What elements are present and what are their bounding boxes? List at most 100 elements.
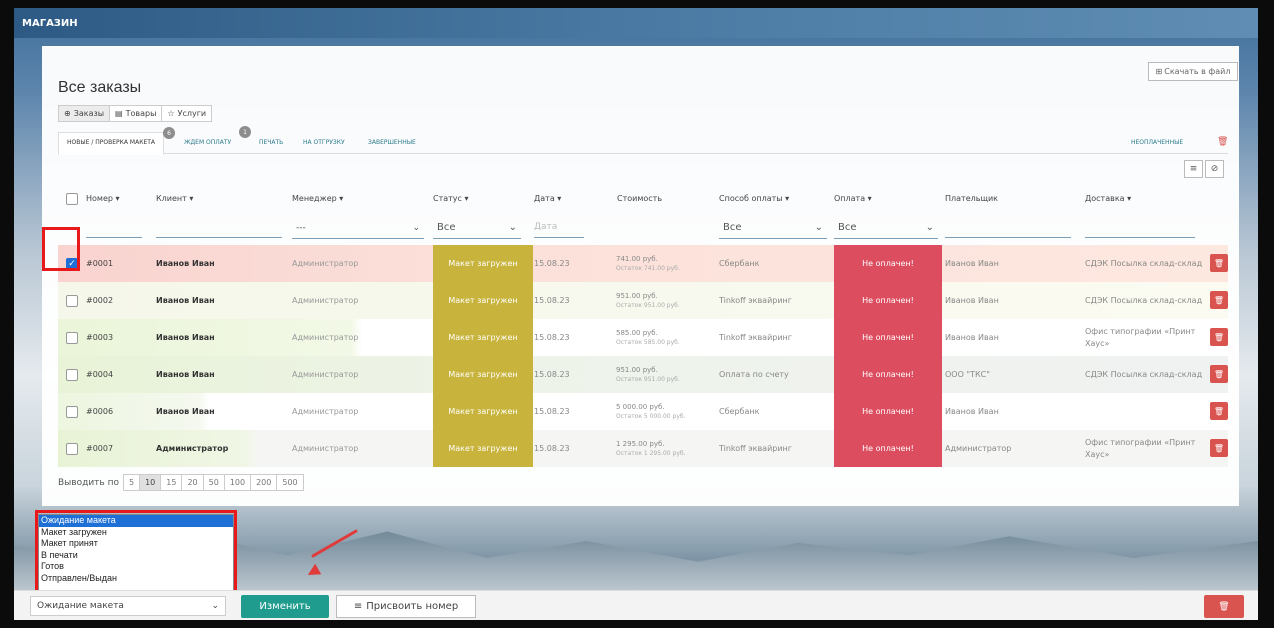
per-page-5[interactable]: 5: [122, 474, 141, 491]
filter-payer[interactable]: [945, 237, 1071, 238]
client-name: Иванов Иван: [156, 370, 215, 379]
delivery-method: СДЭК Посылка склад-склад: [1085, 295, 1203, 305]
tab-await-payment-label: ЖДЕМ ОПЛАТУ: [184, 139, 232, 146]
table-row[interactable]: #0003 Иванов Иван Администратор Макет загру…: [58, 319, 1228, 356]
cost-amount: 585.00 руб.: [616, 329, 658, 337]
bulk-status-select[interactable]: Ожидание макета ⌄: [30, 596, 226, 616]
cost-amount: 1 295.00 руб.: [616, 440, 665, 448]
table-row[interactable]: #0006 Иванов Иван Администратор Макет загру…: [58, 393, 1228, 430]
table-row[interactable]: #0007 Администратор Администратор Макет заг…: [58, 430, 1228, 467]
row-checkbox[interactable]: [66, 319, 80, 356]
row-checkbox[interactable]: [66, 393, 80, 430]
filter-payment-method-select[interactable]: Все ⌄: [719, 217, 827, 239]
box-icon: ⊕: [64, 109, 71, 118]
col-payment[interactable]: Оплата ▾: [834, 194, 872, 203]
payer-name: Иванов Иван: [945, 296, 999, 305]
manager-name: Администратор: [292, 444, 359, 453]
filter-number[interactable]: [86, 237, 142, 238]
tab-new[interactable]: НОВЫЕ / ПРОВЕРКА МАКЕТА 6: [58, 127, 175, 155]
tab-completed[interactable]: ЗАВЕРШЕННЫЕ: [360, 132, 424, 153]
row-checkbox[interactable]: [66, 430, 80, 467]
row-checkbox[interactable]: [66, 356, 80, 393]
payment-status: Не оплачен!: [834, 282, 942, 319]
tab-await-payment-badge: 1: [239, 126, 251, 138]
tab-shipping[interactable]: НА ОТГРУЗКУ: [295, 132, 353, 153]
order-number: #0006: [86, 407, 114, 416]
delete-row-button[interactable]: 🗑: [1210, 439, 1228, 457]
tab-orders[interactable]: ⊕ Заказы: [58, 105, 111, 122]
filter-status-value: Все: [437, 222, 456, 233]
payment-method: Tinkoff эквайринг: [719, 333, 792, 342]
delete-row-button[interactable]: 🗑: [1210, 291, 1228, 309]
print-icon: ▤: [115, 109, 123, 118]
assign-number-button[interactable]: ≡ Присвоить номер: [336, 595, 476, 618]
payer-name: Иванов Иван: [945, 259, 999, 268]
download-label: Скачать в файл: [1164, 67, 1231, 76]
payment-method: Сбербанк: [719, 259, 760, 268]
tab-await-payment[interactable]: ЖДЕМ ОПЛАТУ 1: [176, 126, 251, 153]
change-button[interactable]: Изменить: [241, 595, 329, 618]
per-page-500[interactable]: 500: [276, 474, 304, 491]
order-date: 15.08.23: [534, 333, 570, 342]
filter-status-select[interactable]: Все ⌄: [433, 217, 521, 239]
top-bar: МАГАЗИН: [14, 8, 1258, 38]
delivery-method: Офис типографии «Принт Хаус»: [1085, 438, 1196, 459]
table-toolbar: ≡ ⊘: [1184, 160, 1224, 178]
delete-row-button[interactable]: 🗑: [1210, 365, 1228, 383]
client-name: Иванов Иван: [156, 407, 215, 416]
chevron-down-icon: ⌄: [925, 222, 934, 233]
cost-remainder: Остаток 951.00 руб.: [616, 302, 680, 309]
filter-delivery[interactable]: [1085, 237, 1195, 238]
per-page-15[interactable]: 15: [160, 474, 183, 491]
order-cost: 585.00 руб. Остаток 585.00 руб.: [616, 319, 716, 356]
delete-row-button[interactable]: 🗑: [1210, 328, 1228, 346]
per-page-100[interactable]: 100: [223, 474, 252, 491]
filter-client[interactable]: [156, 237, 282, 238]
tab-products[interactable]: ▤ Товары: [109, 105, 163, 122]
bulk-delete-button[interactable]: 🗑: [1204, 595, 1244, 618]
table-row[interactable]: #0002 Иванов Иван Администратор Макет загру…: [58, 282, 1228, 319]
col-date[interactable]: Дата ▾: [534, 194, 561, 203]
status-badge: Макет загружен: [433, 282, 533, 319]
columns-icon[interactable]: ≡: [1184, 160, 1203, 178]
order-cost: 951.00 руб. Остаток 951.00 руб.: [616, 356, 716, 393]
filter-payment-select[interactable]: Все ⌄: [834, 217, 938, 239]
row-checkbox[interactable]: [66, 282, 80, 319]
view-tabs: ⊕ Заказы ▤ Товары ☆ Услуги: [58, 105, 213, 122]
per-page-20[interactable]: 20: [181, 474, 204, 491]
tab-print[interactable]: ПЕЧАТЬ: [251, 132, 291, 153]
tab-new-badge: 6: [163, 127, 175, 139]
app-title: МАГАЗИН: [22, 18, 78, 29]
unpaid-link[interactable]: НЕОПЛАЧЕННЫЕ: [1131, 139, 1183, 146]
col-status[interactable]: Статус ▾: [433, 194, 469, 203]
col-client[interactable]: Клиент ▾: [156, 194, 193, 203]
order-number: #0001: [86, 259, 114, 268]
delivery-method: [1085, 393, 1209, 430]
col-manager[interactable]: Менеджер ▾: [292, 194, 343, 203]
table-row[interactable]: #0004 Иванов Иван Администратор Макет загру…: [58, 356, 1228, 393]
per-page-50[interactable]: 50: [202, 474, 225, 491]
select-all-checkbox[interactable]: [66, 193, 78, 207]
col-number[interactable]: Номер ▾: [86, 194, 120, 203]
col-delivery[interactable]: Доставка ▾: [1085, 194, 1131, 203]
filter-manager-select[interactable]: --- ⌄: [292, 217, 424, 239]
order-number: #0007: [86, 444, 114, 453]
payer-name: Иванов Иван: [945, 407, 999, 416]
link-icon[interactable]: ⊘: [1205, 160, 1224, 178]
col-payment-method[interactable]: Способ оплаты ▾: [719, 194, 789, 203]
filter-date-input[interactable]: Дата: [534, 222, 557, 232]
cost-amount: 5 000.00 руб.: [616, 403, 665, 411]
delete-row-button[interactable]: 🗑: [1210, 254, 1228, 272]
tab-services[interactable]: ☆ Услуги: [161, 105, 213, 122]
payment-status: Не оплачен!: [834, 245, 942, 282]
trash-icon[interactable]: 🗑: [1217, 137, 1228, 147]
table-row[interactable]: ✓ #0001 Иванов Иван Администратор Макет загр…: [58, 245, 1228, 282]
status-badge: Макет загружен: [433, 319, 533, 356]
download-button[interactable]: ⊞ Скачать в файл: [1148, 62, 1238, 81]
list-icon: ≡: [353, 601, 363, 612]
per-page-200[interactable]: 200: [250, 474, 278, 491]
delete-row-button[interactable]: 🗑: [1210, 402, 1228, 420]
payer-name: Администратор: [945, 444, 1012, 453]
cost-remainder: Остаток 585.00 руб.: [616, 339, 680, 346]
per-page-10[interactable]: 10: [139, 474, 162, 491]
